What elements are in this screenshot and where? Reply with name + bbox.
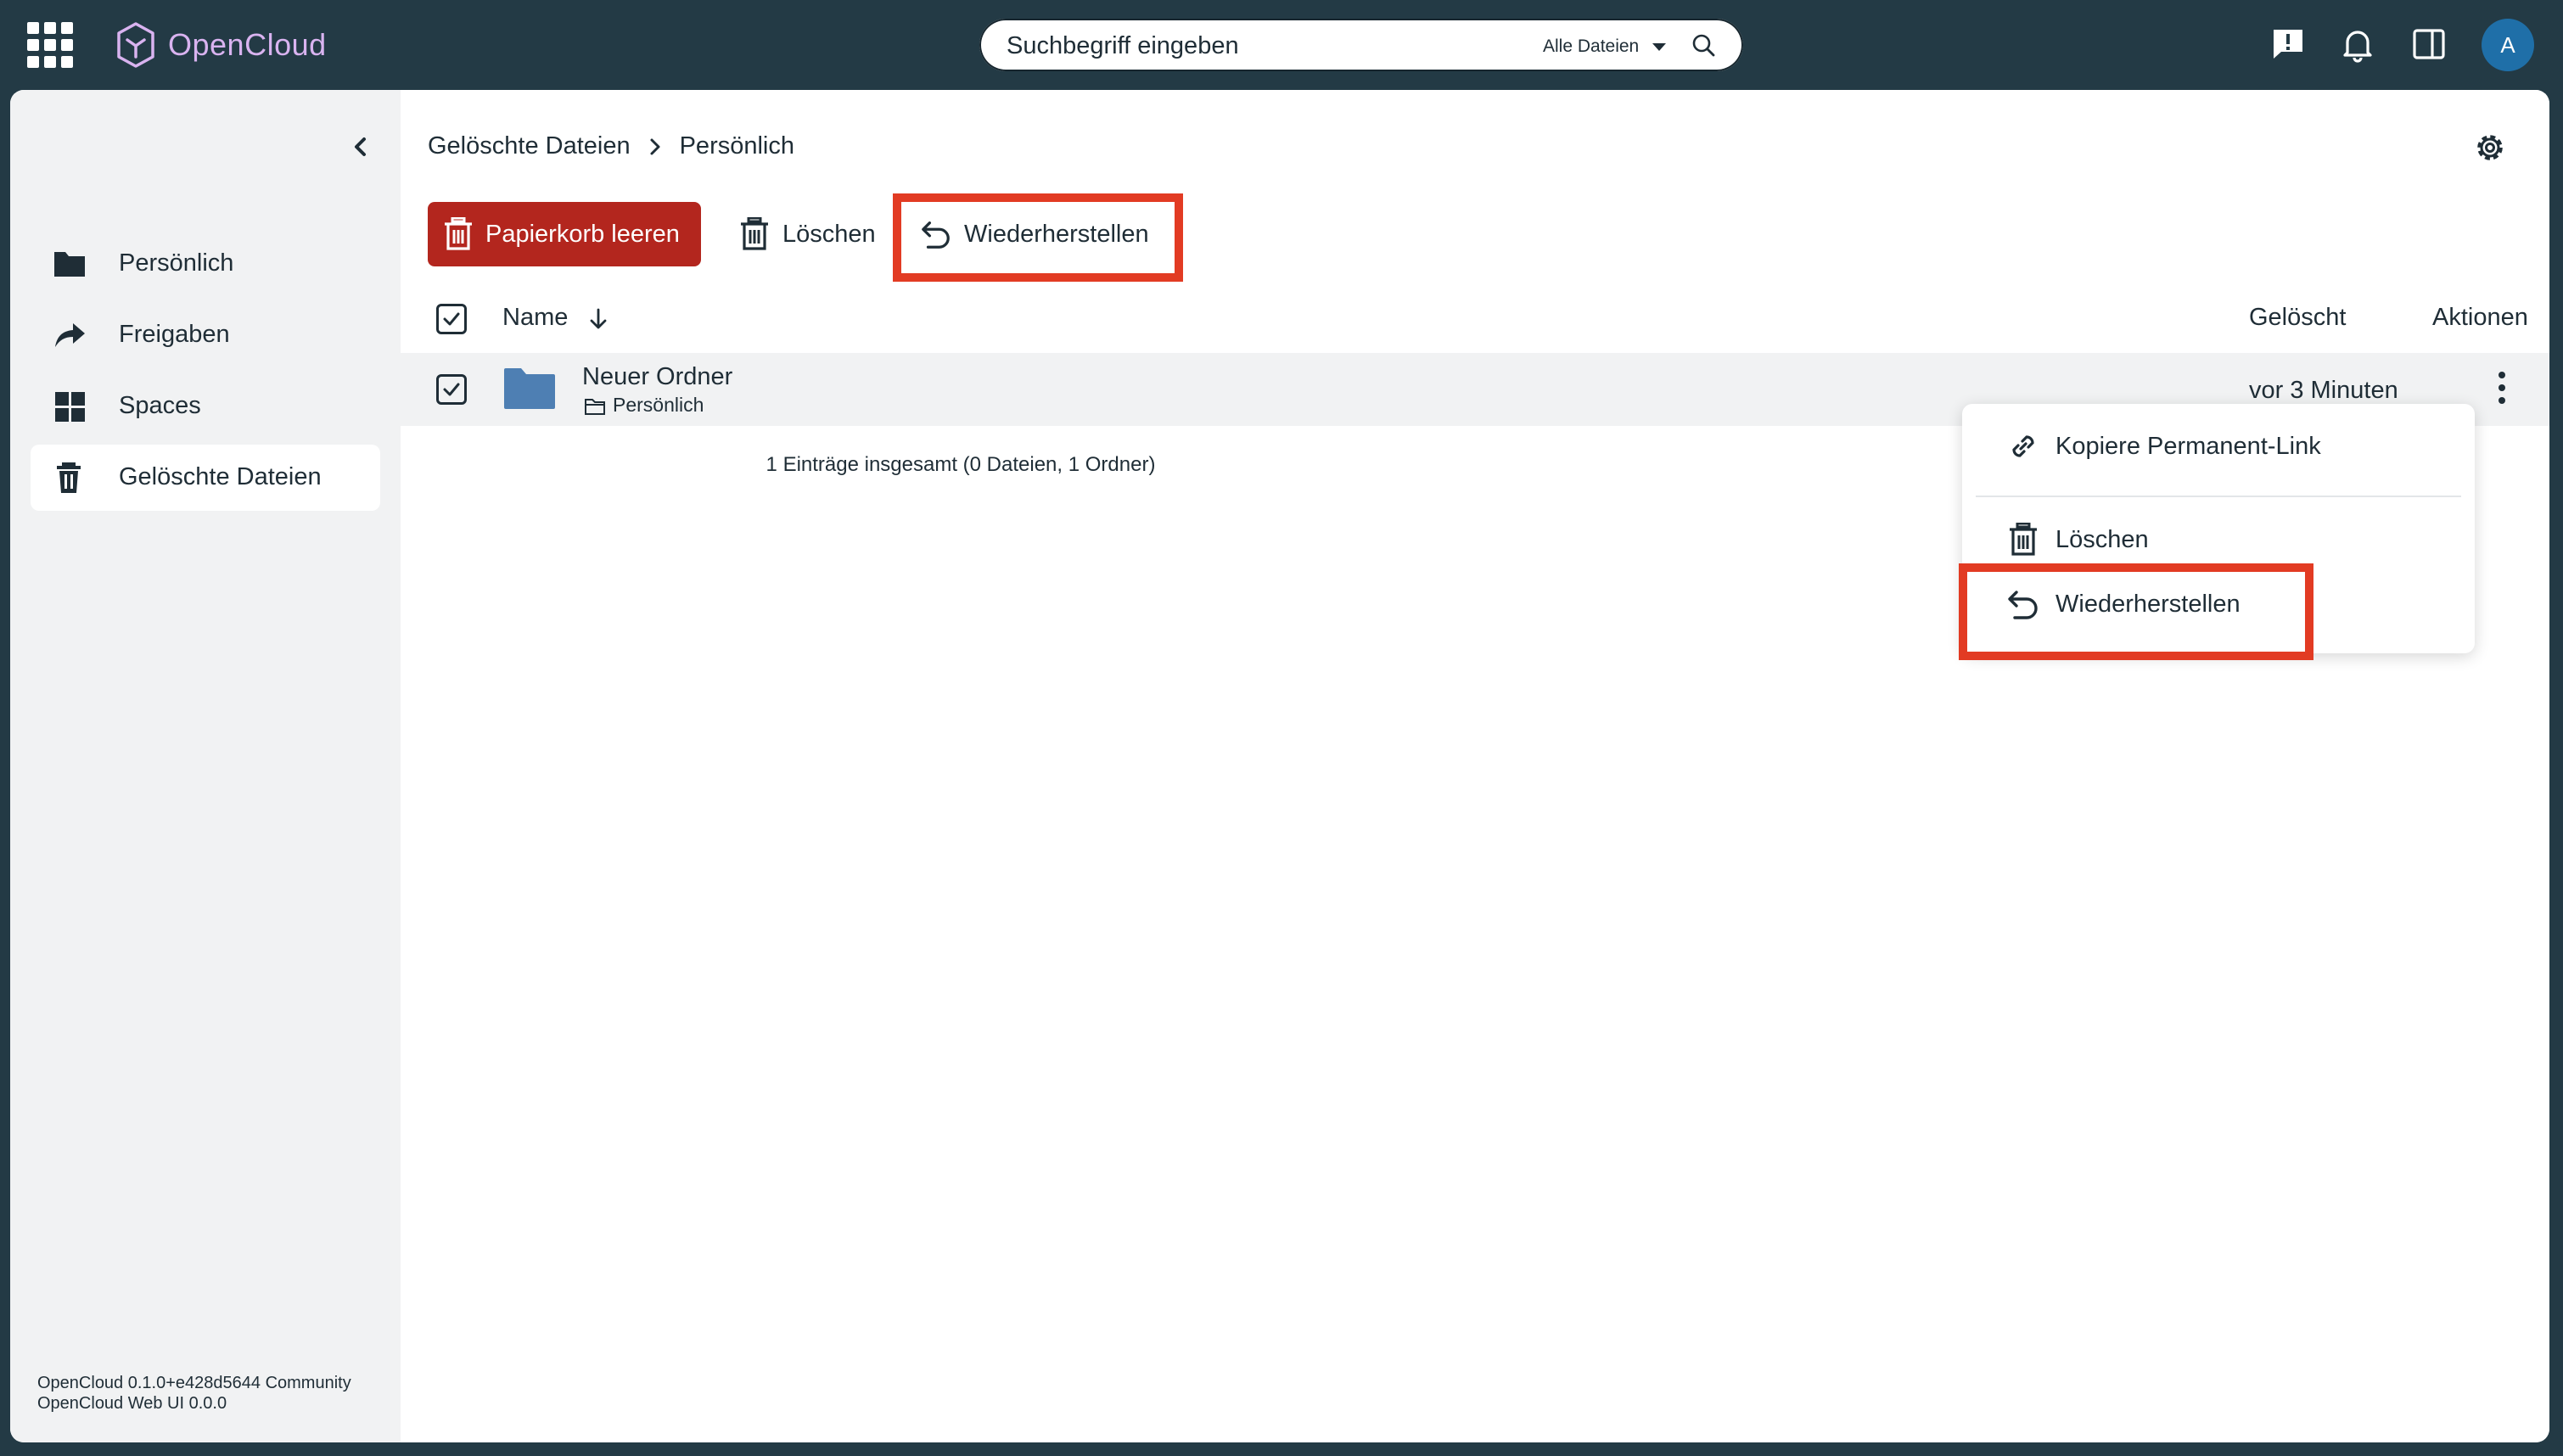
delete-button[interactable]: Löschen xyxy=(738,202,876,266)
user-avatar[interactable]: A xyxy=(2482,19,2534,71)
menu-item-delete[interactable]: Löschen xyxy=(2006,523,2149,557)
sidebar-item-personal[interactable]: Persönlich xyxy=(31,231,380,297)
version-line: OpenCloud Web UI 0.0.0 xyxy=(37,1394,227,1413)
breadcrumb-item-current[interactable]: Persönlich xyxy=(680,132,794,160)
breadcrumb-item[interactable]: Gelöschte Dateien xyxy=(428,132,631,160)
sidebar-item-label: Gelöschte Dateien xyxy=(119,463,322,490)
trash-icon xyxy=(741,217,768,250)
trash-icon xyxy=(445,217,472,250)
share-icon xyxy=(55,323,85,347)
feedback-icon[interactable] xyxy=(2269,25,2307,63)
search-icon[interactable] xyxy=(1691,32,1716,58)
menu-divider xyxy=(1976,496,2461,497)
highlight-box xyxy=(893,193,1183,282)
column-header-name[interactable]: Name xyxy=(502,304,568,332)
empty-trash-label: Papierkorb leeren xyxy=(485,220,680,248)
caret-down-icon[interactable] xyxy=(1652,43,1666,51)
highlight-box xyxy=(1959,563,2313,660)
checkmark-icon xyxy=(443,312,460,326)
app-name: OpenCloud xyxy=(168,27,327,62)
sidebar: Persönlich Freigaben Spaces Gelöschte Da… xyxy=(10,90,401,1442)
sidebar-toggle-icon[interactable] xyxy=(2410,25,2448,63)
row-location[interactable]: Persönlich xyxy=(613,394,704,417)
column-header-deleted[interactable]: Gelöscht xyxy=(2249,304,2346,332)
version-line: OpenCloud 0.1.0+e428d5644 Community xyxy=(37,1374,351,1392)
app-logo[interactable]: OpenCloud xyxy=(115,20,327,70)
sort-arrow-down-icon[interactable] xyxy=(587,307,609,331)
row-actions-kebab-icon[interactable] xyxy=(2497,372,2507,407)
search-bar[interactable]: Suchbegriff eingeben Alle Dateien xyxy=(979,19,1743,71)
sidebar-item-label: Freigaben xyxy=(119,321,230,348)
search-scope-select[interactable]: Alle Dateien xyxy=(1543,36,1639,57)
chevron-right-icon xyxy=(650,138,660,154)
row-name[interactable]: Neuer Ordner xyxy=(582,363,732,391)
sidebar-item-spaces[interactable]: Spaces xyxy=(31,373,380,440)
spaces-icon xyxy=(55,392,85,422)
main-frame: Persönlich Freigaben Spaces Gelöschte Da… xyxy=(10,90,2549,1442)
top-bar: OpenCloud Suchbegriff eingeben Alle Date… xyxy=(0,0,2563,90)
notifications-bell-icon[interactable] xyxy=(2339,25,2376,63)
checkmark-icon xyxy=(443,383,460,396)
empty-trash-button[interactable]: Papierkorb leeren xyxy=(428,202,701,266)
table-summary: 1 Einträge insgesamt (0 Dateien, 1 Ordne… xyxy=(766,453,1156,476)
search-input[interactable]: Suchbegriff eingeben xyxy=(1007,32,1239,60)
column-header-actions: Aktionen xyxy=(2432,304,2528,331)
trash-icon xyxy=(2010,523,2037,556)
menu-item-label: Löschen xyxy=(2055,525,2149,553)
sidebar-item-shares[interactable]: Freigaben xyxy=(31,302,380,368)
sidebar-item-deleted-files[interactable]: Gelöschte Dateien xyxy=(31,445,380,511)
folder-icon xyxy=(504,368,555,409)
row-checkbox[interactable] xyxy=(436,374,467,405)
delete-label: Löschen xyxy=(782,220,876,248)
breadcrumb: Gelöschte Dateien Persönlich xyxy=(428,132,794,160)
content-area: Gelöschte Dateien Persönlich Papierkorb … xyxy=(401,90,2549,1442)
opencloud-logo-icon xyxy=(117,22,154,68)
menu-item-label: Kopiere Permanent-Link xyxy=(2055,432,2321,460)
collapse-sidebar-chevron-left-icon[interactable] xyxy=(346,132,375,161)
menu-item-copy-permalink[interactable]: Kopiere Permanent-Link xyxy=(2006,429,2321,463)
folder-icon xyxy=(54,252,85,277)
select-all-checkbox[interactable] xyxy=(436,304,467,334)
row-deleted-time: vor 3 Minuten xyxy=(2249,377,2398,404)
folder-outline-icon xyxy=(585,399,605,415)
trash-icon xyxy=(57,462,81,493)
sidebar-item-label: Spaces xyxy=(119,392,201,419)
app-switcher-icon[interactable] xyxy=(27,22,73,68)
settings-gear-icon[interactable] xyxy=(2471,129,2509,166)
link-icon xyxy=(2012,435,2034,457)
sidebar-item-label: Persönlich xyxy=(119,249,234,277)
version-info: OpenCloud 0.1.0+e428d5644 Community Open… xyxy=(37,1373,351,1414)
